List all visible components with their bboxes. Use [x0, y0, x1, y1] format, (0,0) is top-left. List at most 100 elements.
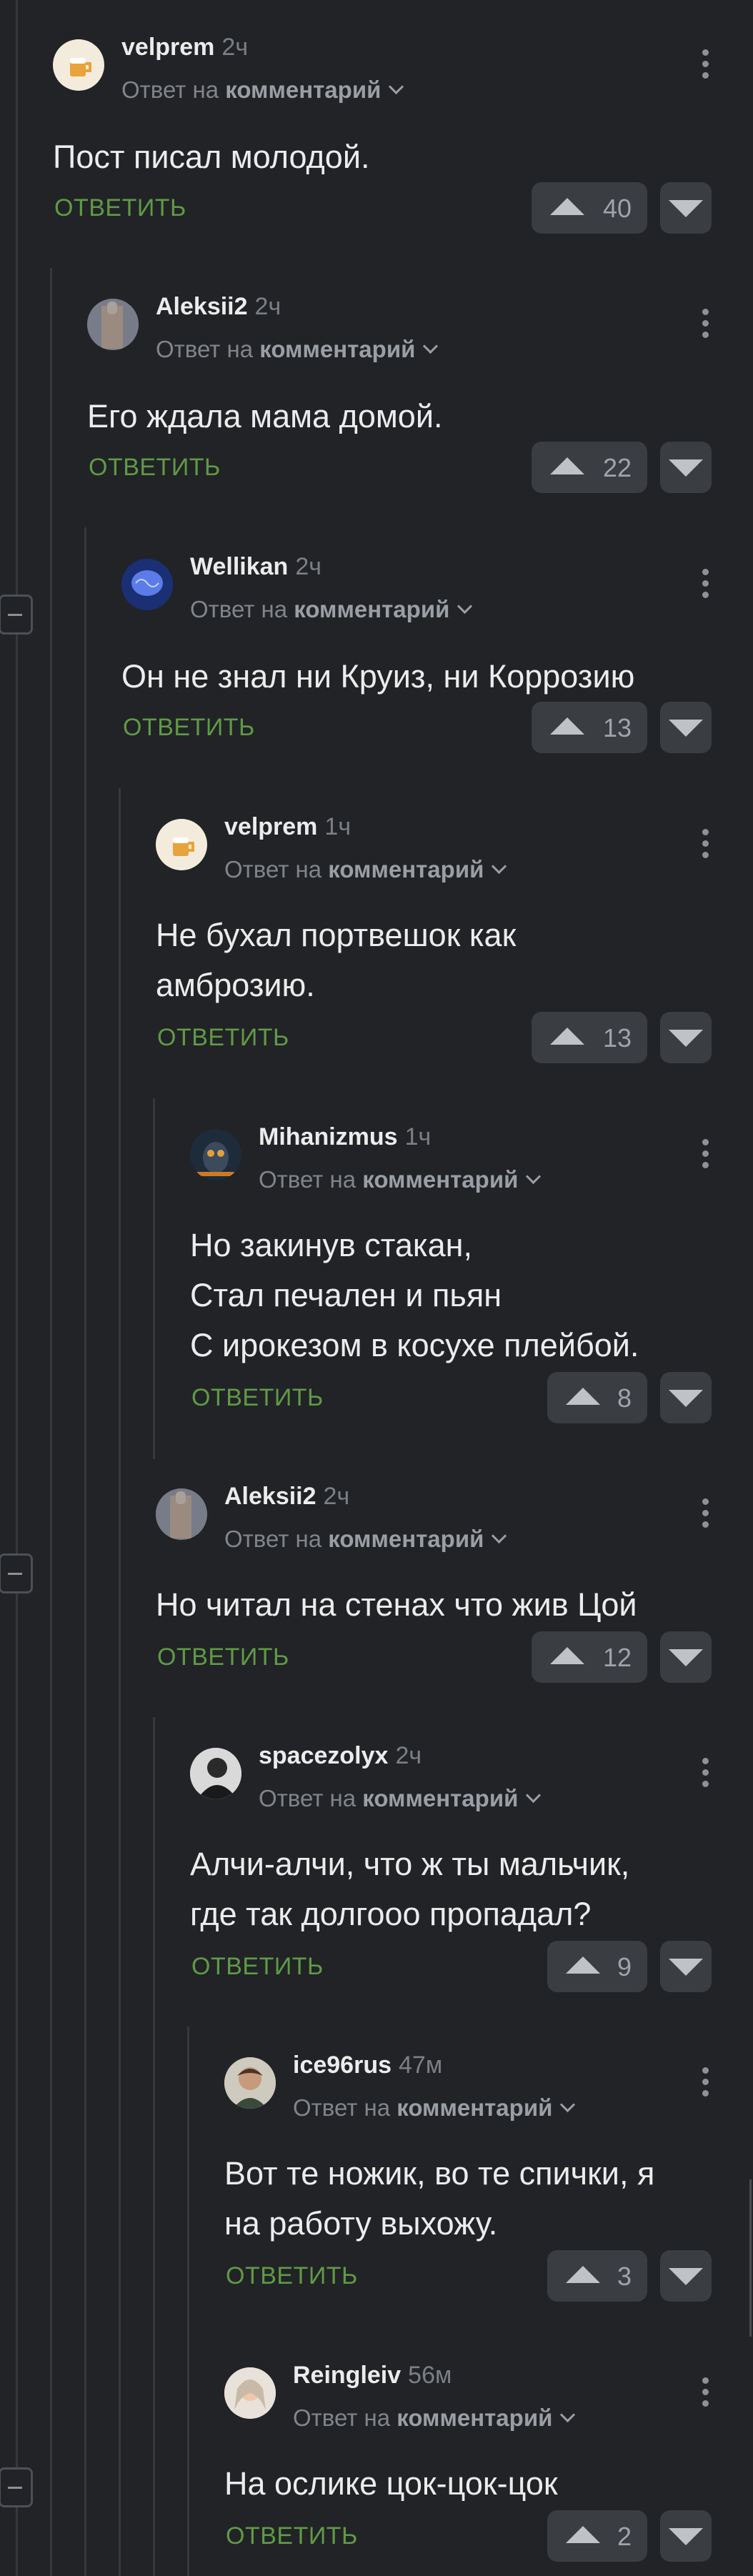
downvote-button[interactable] — [660, 1012, 712, 1063]
comment-text: Вот те ножик, во те спички, я на работу … — [224, 2155, 655, 2242]
thread-scroll-indicator — [749, 2179, 752, 2337]
comment-text: Не бухал портвешок как амброзию. — [156, 917, 517, 1003]
arrow-up-icon — [550, 457, 584, 474]
reply-to-link[interactable]: Ответ на комментарий — [259, 1166, 542, 1193]
comment-text: На ослике цок-цок-цок — [224, 2465, 558, 2502]
upvote-button[interactable]: 2 — [547, 2510, 647, 2562]
avatar[interactable] — [156, 1488, 207, 1540]
reply-button[interactable]: ОТВЕТИТЬ — [157, 1643, 289, 1671]
comment-time: 1ч — [324, 813, 351, 840]
reply-button[interactable]: ОТВЕТИТЬ — [191, 1953, 324, 1981]
reply-button[interactable]: ОТВЕТИТЬ — [191, 1384, 324, 1412]
upvote-button[interactable]: 3 — [547, 2250, 647, 2302]
more-options-icon[interactable] — [702, 49, 709, 84]
rating-count: 12 — [602, 1643, 632, 1672]
comment-time: 2ч — [295, 553, 321, 580]
chevron-down-icon — [560, 2097, 576, 2113]
collapse-thread-button[interactable] — [0, 595, 33, 635]
more-options-icon[interactable] — [702, 829, 709, 863]
avatar[interactable] — [224, 2367, 276, 2419]
reply-to-link[interactable]: Ответ на комментарий — [293, 2405, 576, 2432]
arrow-up-icon — [550, 1647, 584, 1664]
thread-line-3 — [119, 788, 121, 2576]
more-options-icon[interactable] — [702, 2067, 709, 2102]
more-options-icon[interactable] — [702, 1758, 709, 1792]
rating-count: 8 — [617, 1383, 632, 1413]
reply-button[interactable]: ОТВЕТИТЬ — [157, 1024, 289, 1052]
reply-to-link[interactable]: Ответ на комментарий — [224, 856, 507, 883]
thread-line-6 — [187, 2027, 189, 2576]
upvote-button[interactable]: 22 — [532, 442, 647, 493]
rating-count: 22 — [602, 453, 632, 482]
avatar[interactable] — [121, 559, 173, 610]
collapse-thread-button[interactable] — [0, 2467, 33, 2507]
more-options-icon[interactable] — [702, 1498, 709, 1533]
thread-line-5 — [153, 1717, 155, 2576]
comment-author[interactable]: Mihanizmus 1ч — [259, 1123, 431, 1151]
comment-author[interactable]: velprem 2ч — [121, 34, 248, 61]
downvote-button[interactable] — [660, 702, 712, 753]
reply-to-link[interactable]: Ответ на комментарий — [156, 336, 439, 363]
downvote-button[interactable] — [660, 2250, 712, 2302]
avatar[interactable] — [224, 2057, 276, 2109]
comment-author[interactable]: spacezolyx 2ч — [259, 1742, 422, 1770]
reply-button[interactable]: ОТВЕТИТЬ — [54, 194, 186, 222]
comment-time: 56м — [408, 2362, 452, 2389]
chevron-down-icon — [492, 1528, 507, 1544]
arrow-up-icon — [550, 717, 584, 735]
comment-author[interactable]: Aleksii2 2ч — [156, 293, 281, 321]
more-options-icon[interactable] — [702, 2377, 709, 2412]
downvote-button[interactable] — [660, 2510, 712, 2562]
avatar[interactable] — [156, 819, 207, 870]
comment-text: Он не знал ни Круиз, ни Коррозию — [121, 658, 635, 695]
upvote-button[interactable]: 9 — [547, 1941, 647, 1992]
upvote-button[interactable]: 13 — [532, 1012, 647, 1063]
reply-button[interactable]: ОТВЕТИТЬ — [89, 454, 221, 482]
comment-author[interactable]: Reingleiv 56м — [293, 2362, 452, 2389]
comment-text: Его ждала мама домой. — [87, 398, 443, 434]
downvote-button[interactable] — [660, 442, 712, 493]
avatar[interactable] — [53, 39, 104, 91]
thread-line-1 — [50, 268, 52, 2576]
downvote-button[interactable] — [660, 182, 712, 234]
avatar[interactable] — [190, 1748, 241, 1799]
reply-button[interactable]: ОТВЕТИТЬ — [226, 2522, 358, 2550]
thread-line-2 — [84, 527, 86, 2576]
downvote-button[interactable] — [660, 1941, 712, 1992]
comment-author[interactable]: Aleksii2 2ч — [224, 1483, 349, 1511]
collapse-thread-button[interactable] — [0, 1553, 33, 1593]
comment-author[interactable]: ice96rus 47м — [293, 2052, 442, 2079]
downvote-button[interactable] — [660, 1372, 712, 1423]
reply-to-link[interactable]: Ответ на комментарий — [190, 596, 473, 623]
comment-text: Алчи-алчи, что ж ты мальчик, где так дол… — [190, 1846, 630, 1932]
arrow-up-icon — [566, 1956, 600, 1974]
upvote-button[interactable]: 12 — [532, 1631, 647, 1683]
thread-line-4 — [153, 1098, 155, 1459]
more-options-icon[interactable] — [702, 309, 709, 343]
chevron-down-icon — [526, 1787, 542, 1804]
downvote-button[interactable] — [660, 1631, 712, 1683]
rating-count: 13 — [602, 1023, 632, 1053]
reply-button[interactable]: ОТВЕТИТЬ — [123, 714, 255, 742]
more-options-icon[interactable] — [702, 1139, 709, 1173]
upvote-button[interactable]: 40 — [532, 182, 647, 234]
more-options-icon[interactable] — [702, 569, 709, 603]
reply-button[interactable]: ОТВЕТИТЬ — [226, 2262, 358, 2290]
upvote-button[interactable]: 8 — [547, 1372, 647, 1423]
arrow-up-icon — [550, 198, 584, 215]
comment-author[interactable]: velprem 1ч — [224, 813, 351, 841]
reply-to-link[interactable]: Ответ на комментарий — [293, 2094, 576, 2122]
upvote-button[interactable]: 13 — [532, 702, 647, 753]
rating-count: 3 — [617, 2262, 632, 2291]
reply-to-link[interactable]: Ответ на комментарий — [224, 1526, 507, 1553]
avatar[interactable] — [87, 299, 139, 350]
reply-to-link[interactable]: Ответ на комментарий — [259, 1785, 542, 1812]
chevron-down-icon — [492, 858, 507, 875]
arrow-up-icon — [566, 1388, 600, 1405]
chevron-down-icon — [457, 598, 473, 615]
avatar[interactable] — [190, 1129, 241, 1180]
chevron-down-icon — [389, 79, 404, 95]
reply-to-link[interactable]: Ответ на комментарий — [121, 76, 404, 104]
rating-count: 13 — [602, 713, 632, 742]
comment-author[interactable]: Wellikan 2ч — [190, 553, 321, 581]
